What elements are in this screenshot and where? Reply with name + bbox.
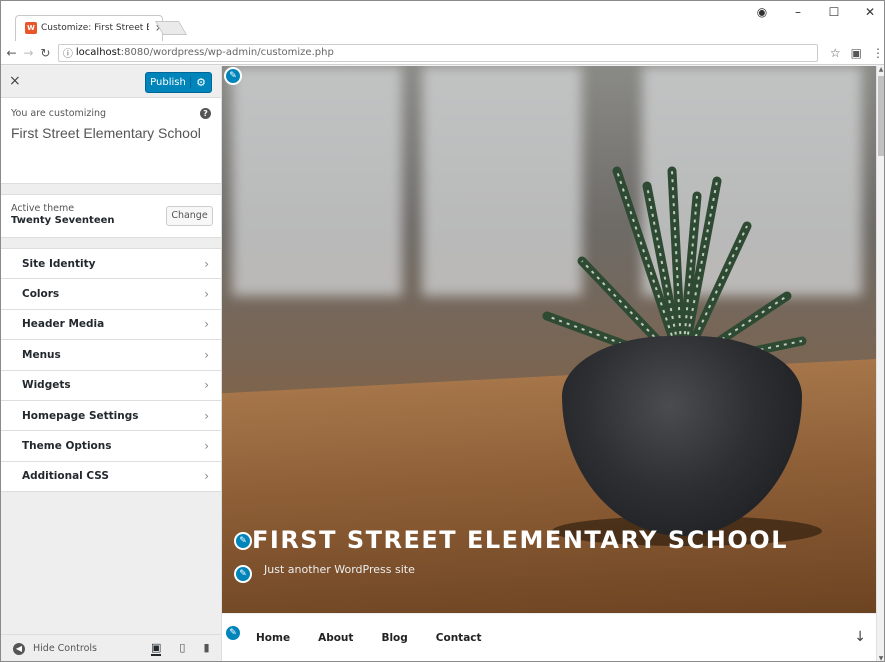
scroll-thumb[interactable] bbox=[878, 76, 884, 156]
menu-item-label: Header Media bbox=[22, 318, 105, 331]
menu-item-label: Theme Options bbox=[22, 440, 112, 453]
back-arrow-icon[interactable]: ← bbox=[5, 46, 18, 60]
url-host: localhost bbox=[75, 47, 121, 58]
info-icon[interactable]: ⓘ bbox=[63, 45, 73, 60]
customizer-sidebar: × Publish ⚙ You are customizing First St… bbox=[1, 66, 222, 661]
menu-item-label: Homepage Settings bbox=[22, 409, 139, 422]
sidebar-footer: ◀ Hide Controls ▣ ▯ ▮ bbox=[1, 634, 221, 661]
title-bar: W Customize: First Street El × ◉ – ☐ ✕ bbox=[1, 1, 884, 41]
preview-tagline: Just another WordPress site bbox=[264, 563, 415, 576]
hide-controls-button[interactable]: ◀ Hide Controls bbox=[13, 642, 133, 655]
collapse-icon: ◀ bbox=[13, 642, 25, 655]
close-window-button[interactable]: ✕ bbox=[862, 5, 878, 19]
chevron-right-icon: › bbox=[204, 287, 209, 302]
maximize-button[interactable]: ☐ bbox=[826, 5, 842, 19]
scroll-down-icon[interactable]: ▼ bbox=[877, 655, 884, 661]
url-path: :8080/wordpress/wp-admin/customize.php bbox=[120, 47, 334, 58]
customizing-info: You are customizing First Street Element… bbox=[1, 98, 221, 184]
browser-tab[interactable]: W Customize: First Street El × bbox=[25, 19, 165, 37]
active-theme-panel: Active theme Twenty Seventeen Change bbox=[1, 194, 221, 238]
reload-icon[interactable]: ↻ bbox=[39, 46, 52, 60]
menu-item-label: Widgets bbox=[22, 379, 71, 392]
browser-window: W Customize: First Street El × ◉ – ☐ ✕ ←… bbox=[0, 0, 885, 662]
menu-item-theme-options[interactable]: Theme Options › bbox=[1, 431, 221, 462]
nav-link-about[interactable]: About bbox=[318, 632, 353, 644]
wordpress-favicon-icon: W bbox=[25, 22, 37, 34]
tablet-preview-icon[interactable]: ▯ bbox=[179, 641, 185, 656]
help-icon[interactable]: ? bbox=[200, 108, 211, 119]
nav-link-contact[interactable]: Contact bbox=[436, 632, 482, 644]
header-image: FIRST STREET ELEMENTARY SCHOOL Just anot… bbox=[222, 66, 876, 613]
preview-site-title: FIRST STREET ELEMENTARY SCHOOL bbox=[252, 526, 788, 554]
edit-header-pencil-icon[interactable]: ✎ bbox=[224, 67, 242, 85]
edit-title-pencil-icon[interactable]: ✎ bbox=[234, 532, 252, 550]
desktop-preview-icon[interactable]: ▣ bbox=[151, 641, 162, 656]
menu-item-label: Colors bbox=[22, 288, 60, 301]
chevron-right-icon: › bbox=[204, 378, 209, 393]
close-customizer-icon[interactable]: × bbox=[9, 73, 21, 89]
hide-controls-label: Hide Controls bbox=[33, 643, 97, 654]
menu-item-label: Menus bbox=[22, 348, 61, 361]
nav-link-home[interactable]: Home bbox=[256, 632, 290, 644]
menu-item-header-media[interactable]: Header Media › bbox=[1, 309, 221, 341]
menu-item-label: Site Identity bbox=[22, 257, 96, 270]
menu-item-label: Additional CSS bbox=[22, 470, 109, 483]
customizing-label: You are customizing bbox=[11, 108, 107, 119]
chevron-right-icon: › bbox=[204, 469, 209, 484]
edit-menu-pencil-icon[interactable]: ✎ bbox=[224, 624, 242, 642]
chevron-right-icon: › bbox=[204, 347, 209, 362]
site-preview: FIRST STREET ELEMENTARY SCHOOL Just anot… bbox=[222, 66, 876, 661]
bookmark-star-icon[interactable]: ☆ bbox=[830, 46, 841, 60]
change-theme-button[interactable]: Change bbox=[166, 206, 213, 226]
sidebar-header: × Publish ⚙ bbox=[1, 66, 221, 98]
chevron-right-icon: › bbox=[204, 256, 209, 271]
menu-item-site-identity[interactable]: Site Identity › bbox=[1, 249, 221, 280]
background-window-light bbox=[232, 66, 402, 296]
minimize-button[interactable]: – bbox=[790, 5, 806, 19]
preview-scrollbar[interactable]: ▲ ▼ bbox=[876, 66, 884, 661]
menu-item-additional-css[interactable]: Additional CSS › bbox=[1, 461, 221, 493]
extension-icon[interactable]: ▣ bbox=[851, 46, 862, 60]
nav-link-blog[interactable]: Blog bbox=[381, 632, 407, 644]
site-navigation: Home About Blog Contact ↓ bbox=[222, 613, 876, 661]
window-controls: ◉ – ☐ ✕ bbox=[754, 5, 878, 19]
publish-button[interactable]: Publish bbox=[146, 77, 191, 88]
scroll-down-arrow-icon[interactable]: ↓ bbox=[854, 629, 866, 645]
publish-button-group: Publish ⚙ bbox=[145, 72, 212, 93]
gear-icon[interactable]: ⚙ bbox=[191, 76, 211, 89]
edit-tagline-pencil-icon[interactable]: ✎ bbox=[234, 565, 252, 583]
menu-item-menus[interactable]: Menus › bbox=[1, 340, 221, 371]
site-title-label: First Street Elementary School bbox=[11, 125, 201, 141]
chevron-right-icon: › bbox=[204, 317, 209, 332]
address-bar: ← → ↻ ⓘ localhost :8080/wordpress/wp-adm… bbox=[1, 41, 884, 65]
scroll-up-icon[interactable]: ▲ bbox=[877, 66, 884, 73]
menu-dots-icon[interactable]: ⋮ bbox=[872, 46, 884, 60]
menu-item-widgets[interactable]: Widgets › bbox=[1, 370, 221, 401]
mobile-preview-icon[interactable]: ▮ bbox=[203, 641, 209, 656]
chevron-right-icon: › bbox=[204, 408, 209, 423]
url-field[interactable]: ⓘ localhost :8080/wordpress/wp-admin/cus… bbox=[57, 43, 818, 62]
menu-item-colors[interactable]: Colors › bbox=[1, 279, 221, 310]
forward-arrow-icon[interactable]: → bbox=[22, 46, 35, 60]
tab-title: Customize: First Street El bbox=[41, 23, 149, 33]
chevron-right-icon: › bbox=[204, 439, 209, 454]
menu-item-homepage-settings[interactable]: Homepage Settings › bbox=[1, 400, 221, 432]
profile-icon[interactable]: ◉ bbox=[754, 5, 770, 19]
customizer-menu: Site Identity › Colors › Header Media › Men… bbox=[1, 248, 221, 493]
